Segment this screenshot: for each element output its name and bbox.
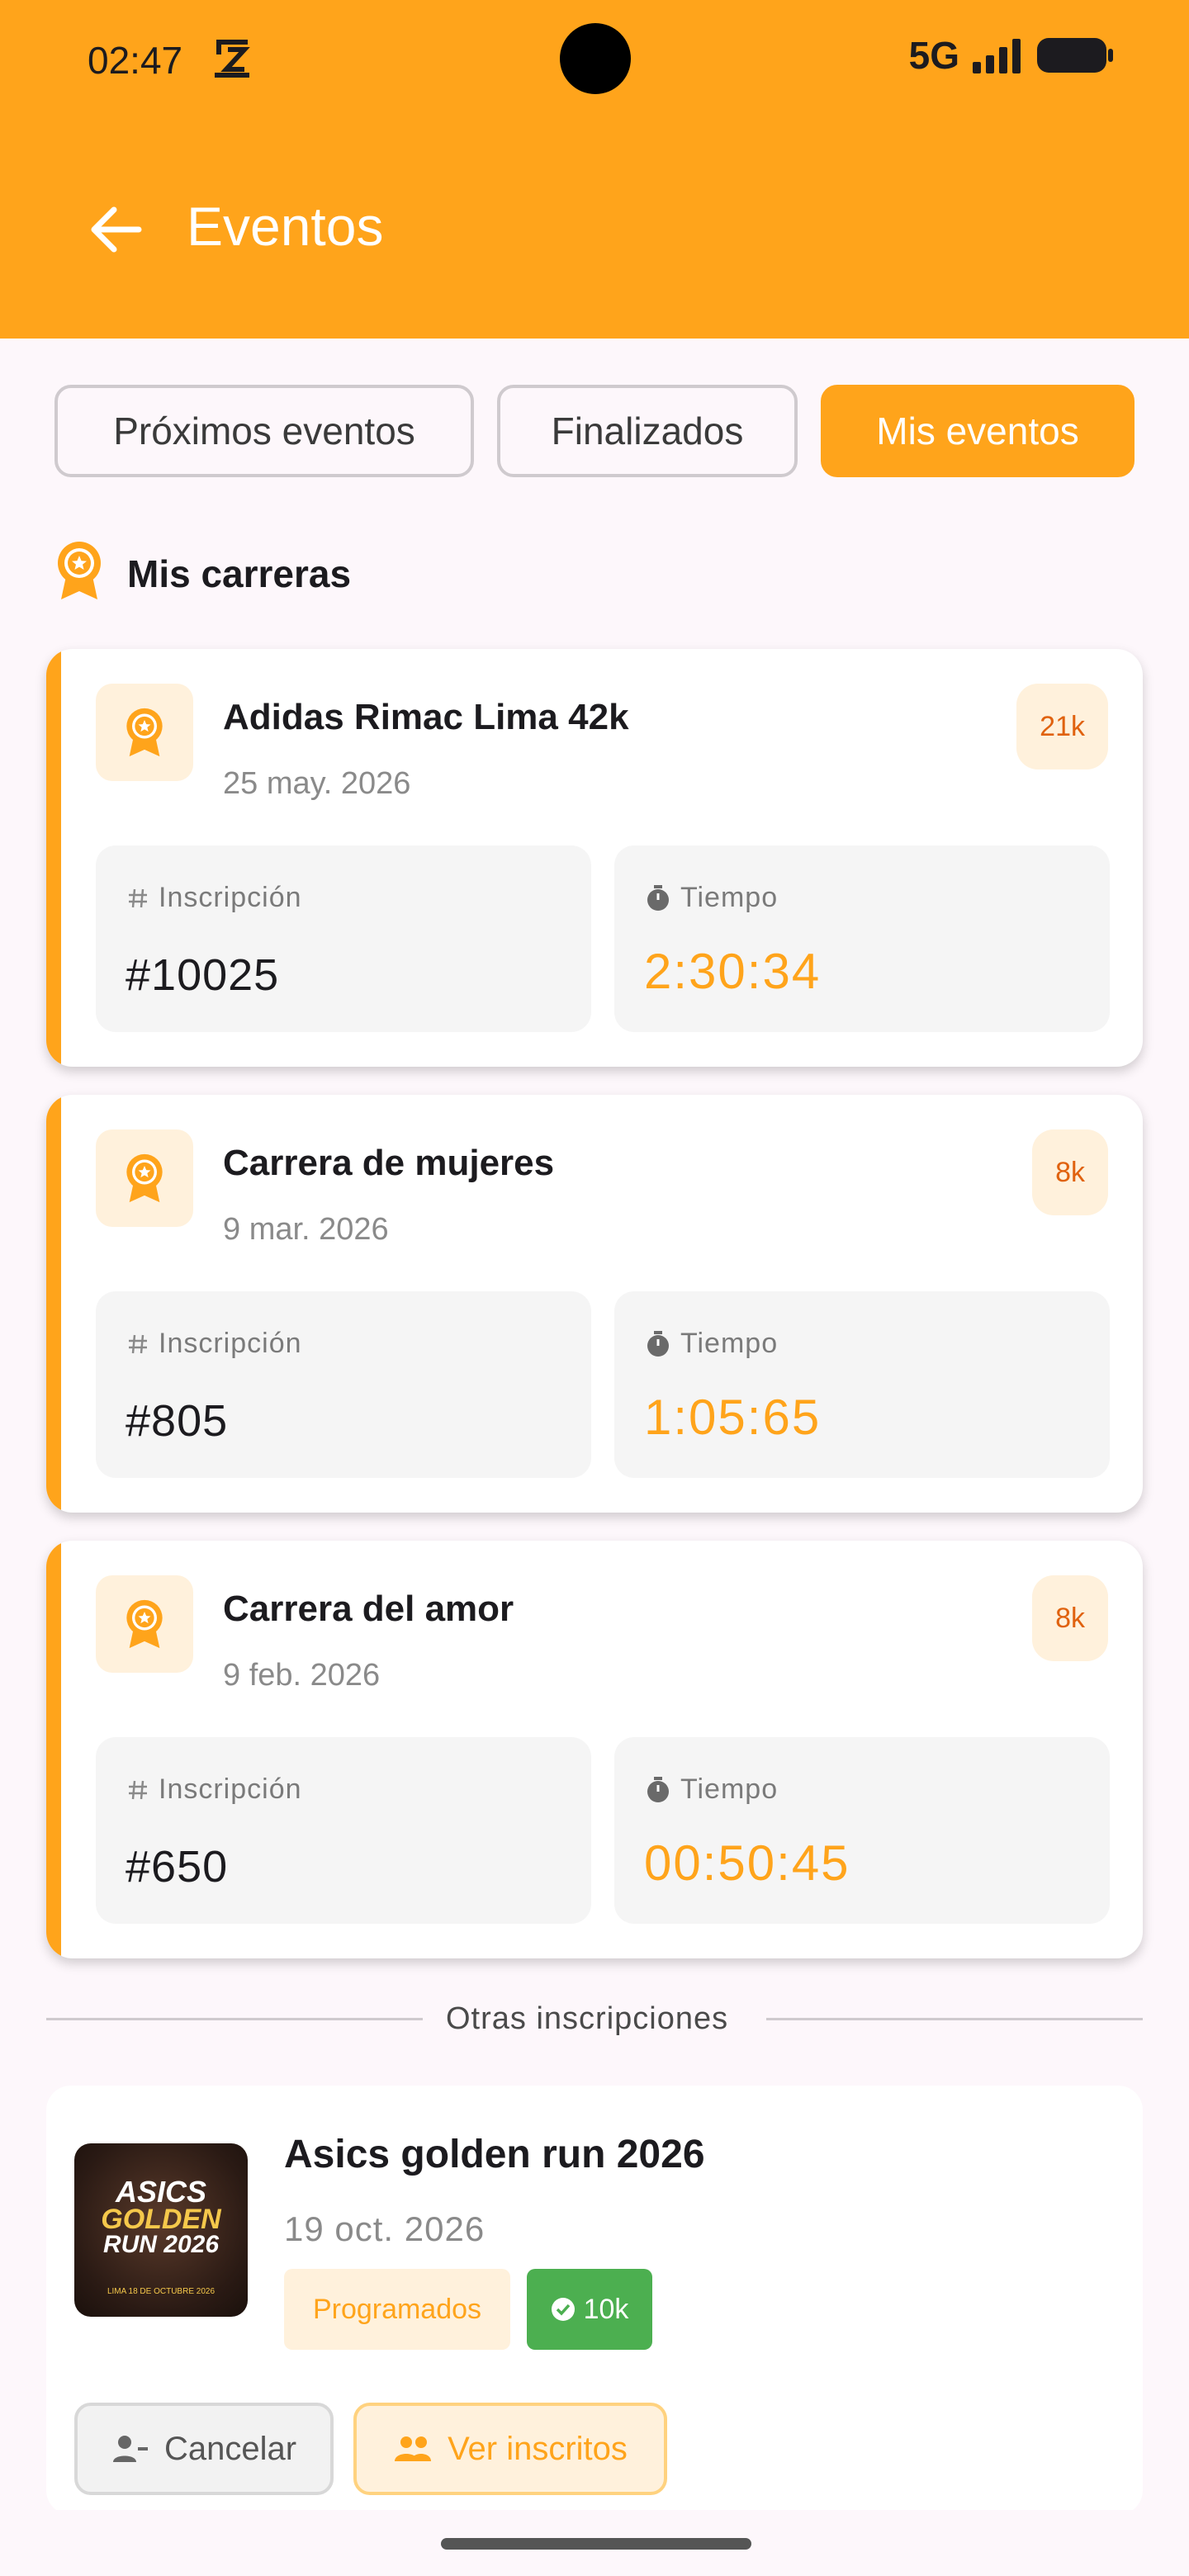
stopwatch-icon [647,1776,669,1802]
divider-label: Otras inscripciones [446,2001,729,2036]
card-accent-stripe [46,1095,61,1513]
hash-icon [129,1780,147,1799]
race-medal-badge [96,1129,193,1227]
tiempo-value: 1:05:65 [644,1390,822,1445]
back-arrow-icon[interactable] [88,201,144,258]
tiempo-value: 2:30:34 [644,944,822,999]
tiempo-box: Tiempo 1:05:65 [614,1291,1110,1478]
status-badge: Programados [284,2269,510,2350]
tab-finalizados[interactable]: Finalizados [497,385,798,477]
tiempo-label: Tiempo [680,882,779,913]
battery-icon [1037,38,1113,73]
status-indicators: 5G [909,33,1115,78]
distance-badge: 8k [1032,1129,1108,1215]
inscripcion-label: Inscripción [159,882,302,913]
inscripcion-value: #650 [126,1842,229,1892]
race-medal-badge [96,1575,193,1673]
distance-label: 10k [583,2293,629,2325]
stopwatch-icon [647,1330,669,1357]
group-icon [395,2436,432,2461]
stopwatch-icon [647,884,669,911]
app-bar: 02:47 5G Eventos [0,0,1189,339]
race-name: Carrera de mujeres [223,1143,555,1183]
view-registrants-label: Ver inscritos [448,2430,628,2467]
tiempo-value: 00:50:45 [644,1835,850,1891]
hash-icon [129,888,147,907]
inscripcion-box: Inscripción #650 [96,1737,591,1924]
race-name: Adidas Rimac Lima 42k [223,697,629,737]
hash-icon [129,1334,147,1353]
medal-icon [126,1599,163,1649]
distance-badge: 10k [527,2269,652,2350]
tiempo-label: Tiempo [680,1773,779,1805]
inscripcion-value: #10025 [126,950,280,1000]
status-time: 02:47 [88,39,183,82]
cancel-button[interactable]: Cancelar [74,2403,334,2495]
event-name: Asics golden run 2026 [284,2133,705,2176]
medal-icon [126,708,163,757]
home-indicator[interactable] [441,2538,751,2550]
view-registrants-button[interactable]: Ver inscritos [353,2403,667,2495]
network-type: 5G [908,34,959,77]
race-date: 25 may. 2026 [223,766,411,801]
race-medal-badge [96,684,193,781]
tab-mis-eventos[interactable]: Mis eventos [821,385,1135,477]
distance-badge: 21k [1016,684,1108,769]
inscripcion-box: Inscripción #10025 [96,845,591,1032]
race-date: 9 mar. 2026 [223,1212,389,1247]
race-card[interactable]: Adidas Rimac Lima 42k 25 may. 2026 21k I… [46,649,1143,1067]
inscripcion-value: #805 [126,1396,229,1446]
card-accent-stripe [46,649,61,1067]
registration-card[interactable]: ASICS GOLDEN RUN 2026 LIMA 18 DE OCTUBRE… [46,2086,1143,2515]
check-circle-icon [551,2298,575,2321]
page-title: Eventos [187,196,384,257]
race-card[interactable]: Carrera de mujeres 9 mar. 2026 8k Inscri… [46,1095,1143,1513]
tiempo-label: Tiempo [680,1328,779,1359]
section-title: Mis carreras [127,552,352,595]
medal-icon [126,1153,163,1203]
race-date: 9 feb. 2026 [223,1658,381,1693]
cancel-label: Cancelar [163,2430,297,2467]
inscripcion-label: Inscripción [159,1328,302,1359]
inscripcion-label: Inscripción [159,1773,302,1805]
race-card[interactable]: Carrera del amor 9 feb. 2026 8k Inscripc… [46,1541,1143,1958]
tab-proximos-eventos[interactable]: Próximos eventos [54,385,474,477]
divider-line-left [46,2018,423,2020]
camera-cutout [560,23,631,94]
race-name: Carrera del amor [223,1589,514,1629]
distance-badge: 8k [1032,1575,1108,1661]
inscripcion-box: Inscripción #805 [96,1291,591,1478]
signal-icon [973,39,1021,73]
tiempo-box: Tiempo 00:50:45 [614,1737,1110,1924]
tiempo-box: Tiempo 2:30:34 [614,845,1110,1032]
medal-icon [58,542,101,599]
card-accent-stripe [46,1541,61,1958]
event-thumbnail: ASICS GOLDEN RUN 2026 LIMA 18 DE OCTUBRE… [74,2143,248,2317]
notification-icon [215,40,250,78]
person-remove-icon [112,2436,148,2462]
divider-line-right [766,2018,1143,2020]
event-date: 19 oct. 2026 [284,2209,486,2248]
